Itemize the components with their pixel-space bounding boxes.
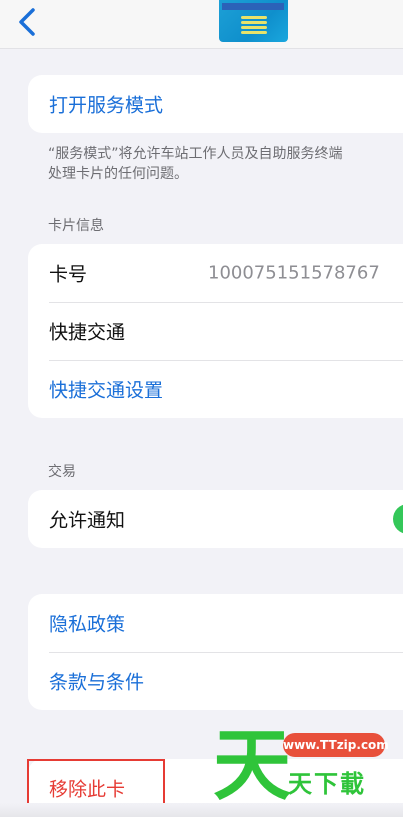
chevron-left-icon[interactable] — [14, 6, 42, 38]
allow-notifications-label: 允许通知 — [49, 509, 126, 532]
card-info-section-title: 卡片信息 — [48, 218, 104, 234]
card-number-row: 卡号 100075151578767 — [28, 244, 403, 302]
legal-group: 隐私政策 条款与条件 — [28, 594, 403, 710]
express-transit-label: 快捷交通 — [49, 321, 126, 344]
bottom-shadow — [0, 803, 403, 817]
terms-conditions-label: 条款与条件 — [49, 671, 145, 694]
card-number-value: 100075151578767 — [208, 262, 380, 284]
open-service-mode-row[interactable]: 打开服务模式 — [28, 75, 403, 133]
card-stripes — [241, 16, 267, 36]
card-info-group: 卡号 100075151578767 快捷交通 快捷交通设置 — [28, 244, 403, 418]
service-mode-footnote: “服务模式”将允许车站工作人员及自助服务终端 处理卡片的任何问题。 — [48, 144, 403, 184]
privacy-policy-row[interactable]: 隐私政策 — [28, 594, 403, 652]
transactions-group: 允许通知 — [28, 490, 403, 548]
top-navigation-bar — [0, 0, 403, 49]
express-transit-settings-label: 快捷交通设置 — [49, 379, 164, 402]
card-logo-bar — [222, 3, 284, 10]
service-mode-group: 打开服务模式 — [28, 75, 403, 133]
watermark-url: www.TTzip.com — [283, 733, 389, 757]
terms-conditions-row[interactable]: 条款与条件 — [28, 652, 403, 710]
footnote-line-2: 处理卡片的任何问题。 — [48, 166, 188, 182]
allow-notifications-toggle[interactable] — [393, 504, 403, 534]
open-service-mode-label: 打开服务模式 — [49, 94, 164, 117]
express-transit-row: 快捷交通 — [28, 302, 403, 360]
express-transit-settings-row[interactable]: 快捷交通设置 — [28, 360, 403, 418]
allow-notifications-row: 允许通知 — [28, 490, 403, 548]
transit-card-thumbnail — [219, 0, 288, 42]
privacy-policy-label: 隐私政策 — [49, 613, 126, 636]
footnote-line-1: “服务模式”将允许车站工作人员及自助服务终端 — [48, 146, 343, 162]
card-number-label: 卡号 — [49, 263, 88, 286]
watermark-logo-char: 天 — [213, 721, 292, 811]
transactions-section-title: 交易 — [48, 464, 76, 480]
watermark-name: 天下載 — [288, 770, 366, 798]
